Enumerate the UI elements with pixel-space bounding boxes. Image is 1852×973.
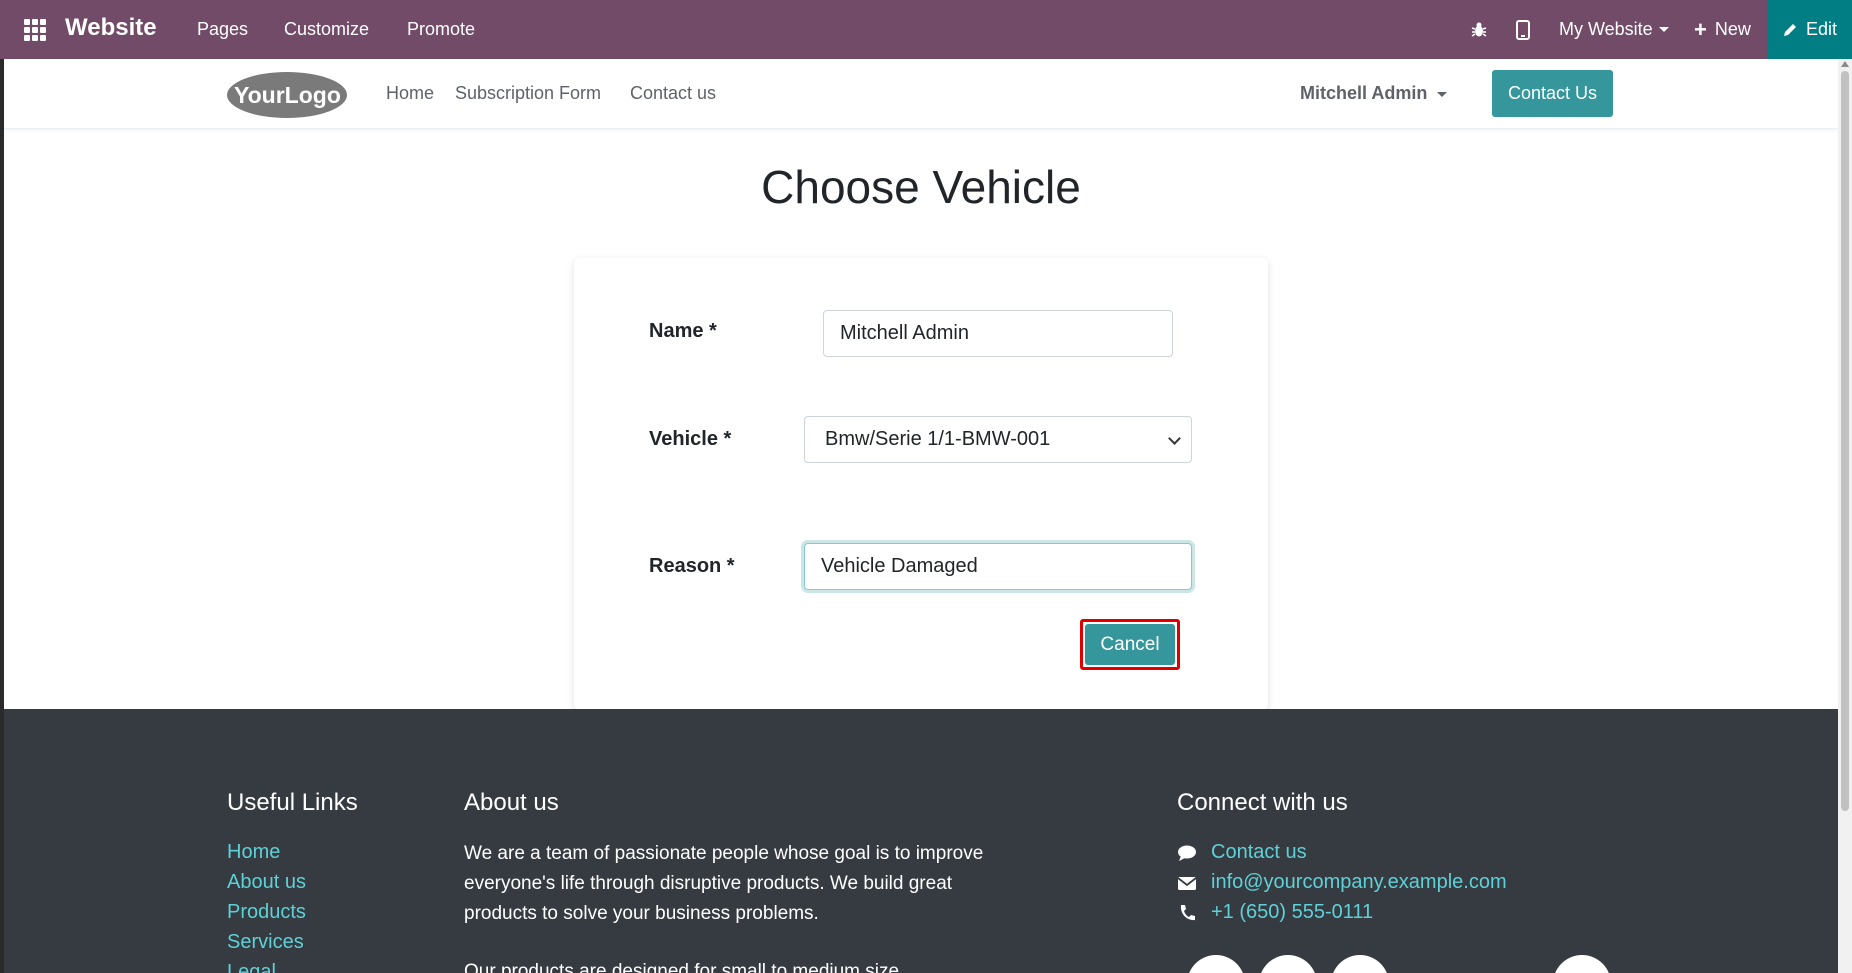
new-button[interactable]: + New	[1694, 0, 1751, 59]
caret-down-icon	[1437, 91, 1448, 97]
mobile-preview-icon[interactable]	[1516, 0, 1530, 59]
nav-subscription-form[interactable]: Subscription Form	[455, 83, 601, 104]
phone-icon	[1180, 904, 1195, 920]
reason-input[interactable]	[804, 543, 1192, 590]
nav-contact-us[interactable]: Contact us	[630, 83, 716, 104]
envelope-icon	[1177, 876, 1197, 890]
chevron-down-icon	[1168, 432, 1181, 445]
nav-home[interactable]: Home	[386, 83, 434, 104]
site-header: YourLogo Home Subscription Form Contact …	[4, 59, 1838, 129]
footer-link-home[interactable]: Home	[227, 841, 280, 864]
footer-contact-label: Contact us	[1211, 841, 1307, 863]
name-label: Name *	[649, 320, 717, 342]
about-text: We are a team of passionate people whose…	[464, 843, 984, 924]
user-menu[interactable]: Mitchell Admin	[1300, 83, 1448, 104]
vehicle-form-card: Name * Vehicle * Bmw/Serie 1/1-BMW-001 R…	[574, 258, 1268, 710]
caret-down-icon	[1658, 27, 1669, 32]
plus-icon: +	[1694, 16, 1707, 42]
vehicle-label: Vehicle *	[649, 428, 732, 450]
cancel-highlight-box: Cancel	[1080, 619, 1180, 670]
app-brand[interactable]: Website	[65, 14, 157, 42]
footer-link-legal[interactable]: Legal	[227, 961, 276, 973]
site-footer: Useful Links Home About us Products Serv…	[4, 709, 1838, 973]
social-twitter-button[interactable]	[1259, 955, 1317, 973]
social-facebook-button[interactable]	[1187, 955, 1245, 973]
reason-label: Reason *	[649, 555, 735, 577]
page-title: Choose Vehicle	[761, 161, 1081, 213]
page-scrollbar[interactable]	[1838, 59, 1852, 973]
cancel-button[interactable]: Cancel	[1085, 624, 1175, 665]
about-text-2: Our products are designed for small to m…	[464, 961, 900, 973]
vehicle-selected-value: Bmw/Serie 1/1-BMW-001	[825, 428, 1051, 450]
footer-contact-link[interactable]: Contact us	[1177, 841, 1307, 864]
user-name: Mitchell Admin	[1300, 83, 1428, 103]
comment-icon	[1178, 845, 1196, 861]
connect-heading: Connect with us	[1177, 789, 1348, 816]
menu-customize[interactable]: Customize	[284, 19, 369, 40]
name-input[interactable]	[823, 310, 1173, 357]
website-selector-label: My Website	[1559, 19, 1653, 39]
footer-link-about[interactable]: About us	[227, 871, 306, 894]
footer-phone-link[interactable]: +1 (650) 555-0111	[1177, 901, 1373, 924]
scroll-up-arrow-icon[interactable]	[1841, 61, 1849, 67]
footer-phone-label: +1 (650) 555-0111	[1211, 901, 1374, 923]
edit-button-label: Edit	[1805, 19, 1838, 39]
social-home-button[interactable]	[1553, 955, 1611, 973]
about-heading: About us	[464, 789, 559, 816]
footer-link-products[interactable]: Products	[227, 901, 306, 924]
svg-text:YourLogo: YourLogo	[234, 82, 341, 108]
contact-us-button[interactable]: Contact Us	[1492, 70, 1613, 117]
useful-links-heading: Useful Links	[227, 789, 358, 816]
social-linkedin-button[interactable]	[1331, 955, 1389, 973]
apps-grid-icon[interactable]	[24, 19, 46, 41]
website-selector[interactable]: My Website	[1559, 0, 1669, 59]
edit-button[interactable]: Edit	[1767, 0, 1852, 59]
scroll-thumb[interactable]	[1841, 71, 1849, 811]
menu-promote[interactable]: Promote	[407, 19, 475, 40]
site-logo[interactable]: YourLogo	[226, 71, 348, 119]
new-button-label: New	[1714, 19, 1751, 39]
debug-bug-icon[interactable]	[1470, 0, 1488, 59]
footer-link-services[interactable]: Services	[227, 931, 304, 954]
footer-email-label: info@yourcompany.example.com	[1211, 871, 1507, 893]
admin-topbar: Website Pages Customize Promote My Websi…	[0, 0, 1852, 59]
vehicle-select[interactable]: Bmw/Serie 1/1-BMW-001	[804, 416, 1192, 463]
footer-email-link[interactable]: info@yourcompany.example.com	[1177, 871, 1507, 894]
pencil-icon	[1783, 23, 1796, 36]
menu-pages[interactable]: Pages	[197, 19, 248, 40]
